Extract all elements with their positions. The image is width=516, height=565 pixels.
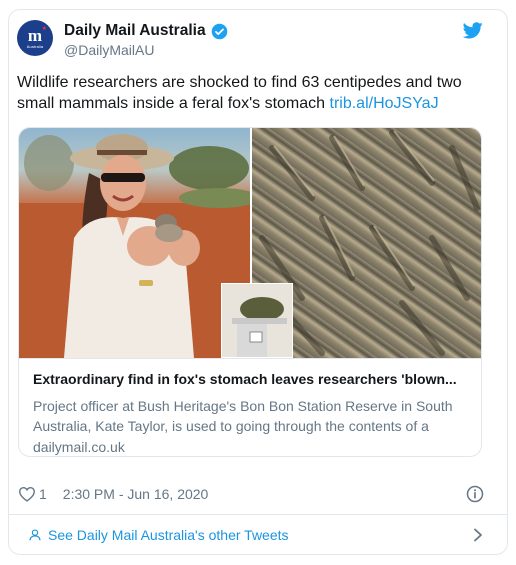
avatar-logo-subtitle: Australia — [26, 44, 44, 49]
link-preview-domain: dailymail.co.uk — [33, 439, 125, 455]
see-other-tweets-link[interactable]: See Daily Mail Australia's other Tweets — [28, 525, 483, 545]
info-icon[interactable] — [466, 485, 484, 503]
account-names: Daily Mail Australia @DailyMailAU — [64, 21, 228, 58]
tweet-link[interactable]: trib.al/HoJSYaJ — [330, 95, 439, 112]
link-preview-card[interactable]: Extraordinary find in fox's stomach leav… — [18, 127, 482, 457]
avatar-logo-text: m — [27, 26, 43, 45]
heart-icon[interactable] — [18, 486, 36, 502]
see-other-tweets-label[interactable]: See Daily Mail Australia's other Tweets — [48, 527, 289, 543]
link-preview-title[interactable]: Extraordinary find in fox's stomach leav… — [33, 371, 469, 387]
verified-badge-icon — [211, 23, 227, 39]
link-preview-info[interactable]: Extraordinary find in fox's stomach leav… — [19, 358, 481, 456]
tweet-timestamp[interactable]: 2:30 PM - Jun 16, 2020 — [63, 486, 209, 502]
tweet-header: m Australia ★ Daily Mail Australia @Dail… — [17, 20, 483, 60]
avatar-star-icon: ★ — [41, 26, 47, 32]
tweet-meta: 1 2:30 PM - Jun 16, 2020 — [18, 484, 484, 504]
twitter-bird-icon[interactable] — [463, 22, 483, 39]
avatar[interactable]: m Australia ★ — [17, 20, 53, 56]
chevron-right-icon[interactable] — [473, 528, 483, 542]
researcher-photo — [19, 128, 250, 358]
display-name[interactable]: Daily Mail Australia — [64, 22, 206, 40]
tweet-text: Wildlife researchers are shocked to find… — [17, 72, 485, 114]
account-handle[interactable]: @DailyMailAU — [64, 42, 228, 58]
footer-divider — [8, 514, 508, 515]
person-icon — [29, 529, 41, 541]
like-count[interactable]: 1 — [39, 486, 47, 502]
inset-scale-photo — [221, 283, 293, 358]
link-preview-description: Project officer at Bush Heritage's Bon B… — [33, 398, 453, 434]
